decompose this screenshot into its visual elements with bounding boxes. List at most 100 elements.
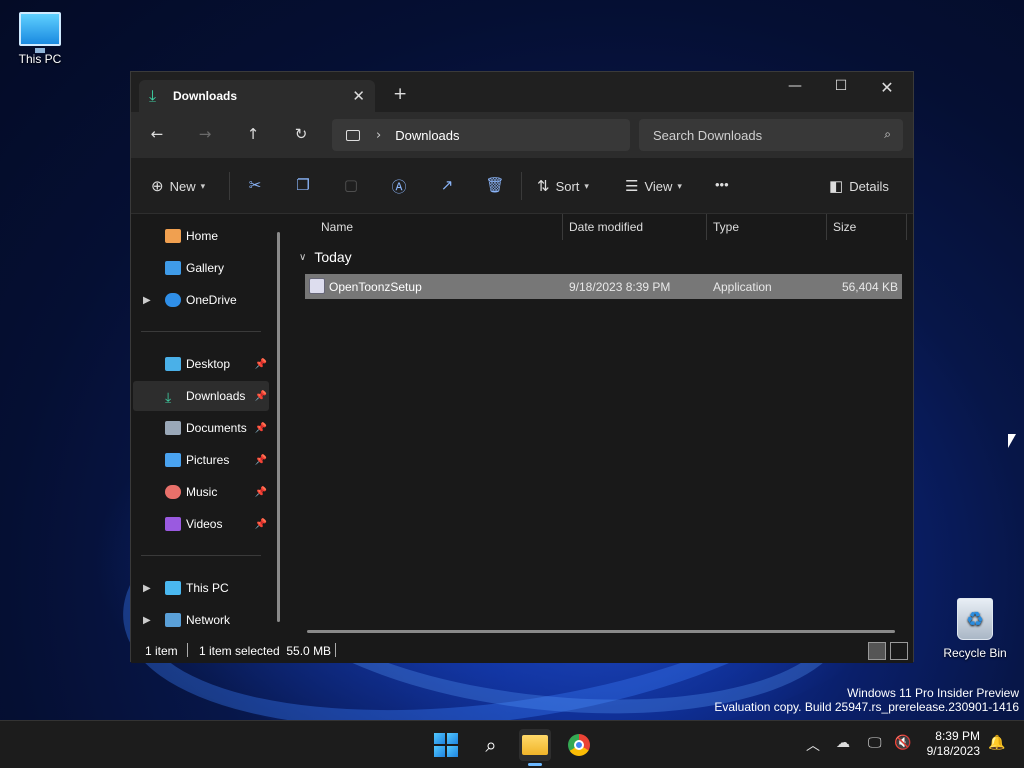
column-header-date-modified[interactable]: Date modified [569,214,643,240]
chrome-icon [568,734,590,756]
sidebar-item-pictures[interactable]: Pictures 📌 [133,445,269,475]
desktop-icon-recycle-bin[interactable]: ♻ Recycle Bin [935,598,1015,660]
column-header-name[interactable]: Name [321,214,353,240]
chevron-right-icon[interactable]: ▶ [143,615,151,626]
volume-muted-icon[interactable]: 🔇 [894,735,911,751]
maximize-button[interactable]: ☐ [821,78,861,94]
minimize-button[interactable]: — [775,78,815,94]
item-count: 1 item [145,644,178,658]
taskbar-chrome[interactable] [563,729,595,761]
tiles-view-button[interactable] [890,642,908,660]
watermark-line: Evaluation copy. Build 25947.rs_prerelea… [714,700,1019,714]
status-bar: 1 item 1 item selected 55.0 MB [131,638,913,663]
details-view-button[interactable] [868,642,886,660]
file-date: 9/18/2023 8:39 PM [569,280,671,294]
sort-label: Sort [555,178,580,194]
search-button[interactable]: ⌕ [475,729,507,761]
application-icon [309,278,325,294]
cut-icon[interactable]: ✂ [245,176,265,194]
search-placeholder: Search Downloads [653,127,763,143]
column-divider[interactable] [906,214,907,240]
up-arrow-icon[interactable]: ↑ [241,125,265,143]
sidebar-item-network[interactable]: ▶ Network [133,605,269,635]
column-header-size[interactable]: Size [833,214,856,240]
share-icon[interactable]: ↗ [437,176,457,194]
column-divider[interactable] [706,214,707,240]
refresh-icon[interactable]: ↻ [289,125,313,143]
close-button[interactable]: ✕ [867,78,907,97]
sidebar-item-onedrive[interactable]: ▶ OneDrive [133,285,269,315]
group-header-today[interactable]: ∨ Today [299,249,352,265]
new-tab-button[interactable]: + [393,84,407,104]
gallery-icon [165,261,181,275]
search-input[interactable]: Search Downloads ⌕ [639,119,903,151]
tab-label: Downloads [173,89,238,103]
rename-icon[interactable]: Ⓐ [389,176,409,197]
sidebar-item-label: Home [186,229,219,243]
sidebar-item-documents[interactable]: Documents 📌 [133,413,269,443]
taskbar-file-explorer[interactable] [519,729,551,761]
forward-arrow-icon[interactable]: → [193,125,217,143]
start-button[interactable] [430,729,462,761]
sidebar-scrollbar[interactable] [277,232,280,622]
sidebar-item-label: Documents [186,421,247,435]
new-label: New [169,178,196,194]
evaluation-watermark: Windows 11 Pro Insider Preview Evaluatio… [714,686,1019,714]
chevron-down-icon: ▾ [584,180,589,191]
notification-bell-icon[interactable]: 🔔 [988,735,1005,751]
toolbar-divider [229,172,230,200]
column-divider[interactable] [826,214,827,240]
sidebar-item-home[interactable]: Home [133,221,269,251]
file-explorer-window: ⤓ Downloads ✕ + — ☐ ✕ ← → ↑ ↻ › Download… [130,71,914,663]
more-options-button[interactable]: ••• [715,177,729,192]
sidebar-divider [141,555,261,556]
sidebar-item-label: Downloads [186,389,246,403]
sort-button[interactable]: ⇅ Sort ▾ [537,177,589,195]
file-size: 56,404 KB [841,280,898,294]
horizontal-scrollbar[interactable] [307,630,895,633]
delete-icon[interactable]: 🗑 [485,176,505,194]
back-arrow-icon[interactable]: ← [145,125,169,143]
details-pane-button[interactable]: ◧ Details [829,177,889,195]
new-button[interactable]: ⊕ New ▾ [151,177,205,195]
column-header-type[interactable]: Type [713,214,739,240]
tab-close-button[interactable]: ✕ [352,87,365,105]
chevron-right-icon[interactable]: ▶ [143,295,151,306]
music-icon [165,485,181,499]
view-button[interactable]: ☰ View ▾ [625,177,682,195]
chevron-up-icon[interactable]: ︿ [806,735,820,755]
videos-icon [165,517,181,531]
tab-downloads[interactable]: ⤓ Downloads ✕ [139,80,375,112]
selection-info: 1 item selected 55.0 MB [199,644,332,658]
sidebar-item-this-pc[interactable]: ▶ This PC [133,573,269,603]
chevron-right-icon[interactable]: › [376,128,381,143]
navigation-pane: Home Gallery ▶ OneDrive Desktop 📌 ⤓ Down… [131,214,281,638]
sidebar-item-gallery[interactable]: Gallery [133,253,269,283]
download-icon: ⤓ [165,389,172,405]
network-tray-icon[interactable]: 🖵 [868,735,882,751]
paste-icon[interactable]: ▢ [341,176,361,194]
pin-icon: 📌 [254,486,267,498]
chevron-right-icon[interactable]: ▶ [143,583,151,594]
sidebar-item-desktop[interactable]: Desktop 📌 [133,349,269,379]
search-icon: ⌕ [884,127,891,141]
onedrive-tray-icon[interactable]: ☁ [836,735,850,751]
sidebar-item-label: Pictures [186,453,230,467]
clock[interactable]: 8:39 PM 9/18/2023 [927,729,980,759]
view-list-icon: ☰ [625,178,639,195]
computer-icon [346,129,360,141]
pin-icon: 📌 [254,358,267,370]
toolbar-divider [521,172,522,200]
file-type: Application [713,280,772,294]
column-divider[interactable] [562,214,563,240]
status-divider [335,643,336,657]
sidebar-item-videos[interactable]: Videos 📌 [133,509,269,539]
desktop-icon-this-pc[interactable]: This PC [0,12,80,66]
sidebar-item-music[interactable]: Music 📌 [133,477,269,507]
file-row[interactable]: OpenToonzSetup 9/18/2023 8:39 PM Applica… [305,274,902,299]
sidebar-item-downloads[interactable]: ⤓ Downloads 📌 [133,381,269,411]
copy-icon[interactable]: ❐ [293,176,313,194]
title-bar[interactable]: ⤓ Downloads ✕ + — ☐ ✕ [131,72,913,112]
address-bar[interactable]: › Downloads [332,119,630,151]
breadcrumb-downloads[interactable]: Downloads [395,128,459,143]
